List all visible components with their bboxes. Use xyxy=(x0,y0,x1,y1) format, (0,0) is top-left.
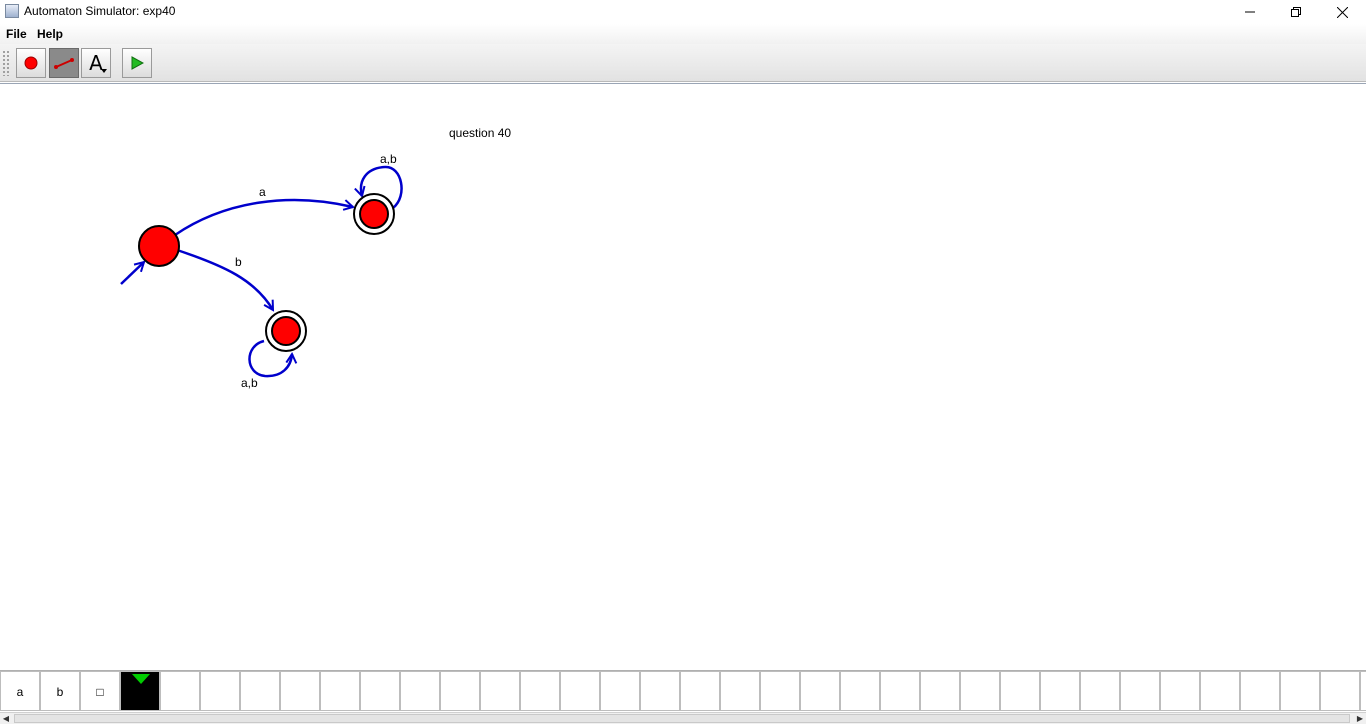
label-q2-loop[interactable]: a,b xyxy=(241,376,258,390)
tape-cell[interactable] xyxy=(720,671,760,711)
red-circle-icon xyxy=(24,56,38,70)
window-title: Automaton Simulator: exp40 xyxy=(24,4,176,18)
horizontal-scrollbar[interactable]: ◀ ▶ xyxy=(0,712,1366,724)
tape-cell[interactable] xyxy=(1240,671,1280,711)
scroll-thumb[interactable] xyxy=(14,714,1350,723)
text-tool-button[interactable]: A xyxy=(81,48,111,78)
state-q2[interactable] xyxy=(265,310,307,352)
tape-cell[interactable]: a xyxy=(0,671,40,711)
menu-help[interactable]: Help xyxy=(37,27,63,41)
minimize-icon xyxy=(1245,11,1255,13)
minimize-button[interactable] xyxy=(1227,0,1273,24)
tape-cell[interactable] xyxy=(400,671,440,711)
tape-cell[interactable] xyxy=(1040,671,1080,711)
tape-head-marker-icon xyxy=(132,674,150,684)
tape-cell[interactable] xyxy=(680,671,720,711)
transition-tool-button[interactable] xyxy=(49,48,79,78)
tape-cell[interactable] xyxy=(440,671,480,711)
automaton-diagram: a b a,b a,b xyxy=(120,152,403,390)
dropdown-arrow-icon xyxy=(101,69,107,73)
state-tool-button[interactable] xyxy=(16,48,46,78)
tape-cell[interactable] xyxy=(960,671,1000,711)
state-q1[interactable] xyxy=(353,193,395,235)
tape-cell[interactable] xyxy=(1320,671,1360,711)
arrow-line-icon xyxy=(54,58,74,69)
tape-cell[interactable] xyxy=(520,671,560,711)
tape-head-cell[interactable] xyxy=(120,671,160,711)
play-icon xyxy=(131,56,144,70)
automaton-canvas[interactable]: question 40 a b a,b a,b xyxy=(0,83,1366,670)
transition-q0-q1[interactable] xyxy=(174,198,353,237)
tape-cell[interactable] xyxy=(920,671,960,711)
tape-cell[interactable] xyxy=(880,671,920,711)
tape-cell[interactable]: b xyxy=(40,671,80,711)
restore-button[interactable] xyxy=(1273,0,1319,24)
tape-cell[interactable] xyxy=(600,671,640,711)
tape-cell[interactable] xyxy=(240,671,280,711)
run-button[interactable] xyxy=(122,48,152,78)
toolbar-grip[interactable] xyxy=(2,50,10,76)
scroll-right-icon[interactable]: ▶ xyxy=(1354,713,1366,724)
close-icon xyxy=(1336,6,1348,18)
title-bar: Automaton Simulator: exp40 xyxy=(0,0,1366,24)
tape-cell[interactable] xyxy=(1160,671,1200,711)
label-q0-q1[interactable]: a xyxy=(259,185,266,199)
menu-bar: File Help xyxy=(0,24,1366,44)
label-q0-q2[interactable]: b xyxy=(235,255,242,269)
tape-cell[interactable] xyxy=(160,671,200,711)
tape-cell[interactable] xyxy=(1200,671,1240,711)
tape-cell[interactable] xyxy=(320,671,360,711)
tape-cell[interactable] xyxy=(1000,671,1040,711)
tape-cell[interactable] xyxy=(280,671,320,711)
close-button[interactable] xyxy=(1319,0,1365,24)
tape-cell[interactable] xyxy=(200,671,240,711)
java-app-icon xyxy=(5,4,19,18)
tape-cell[interactable] xyxy=(800,671,840,711)
input-tape: a b □ xyxy=(0,670,1366,712)
scroll-left-icon[interactable]: ◀ xyxy=(0,713,12,724)
tape-cell[interactable] xyxy=(560,671,600,711)
tape-cell[interactable] xyxy=(480,671,520,711)
tape-cell[interactable]: □ xyxy=(80,671,120,711)
transition-q0-q2[interactable] xyxy=(176,248,275,310)
restore-icon xyxy=(1291,7,1301,17)
toolbar: A xyxy=(0,44,1366,82)
tape-cell[interactable] xyxy=(840,671,880,711)
label-q1-loop[interactable]: a,b xyxy=(380,152,397,166)
menu-file[interactable]: File xyxy=(6,27,27,41)
tape-cell[interactable] xyxy=(1080,671,1120,711)
tape-cell[interactable] xyxy=(360,671,400,711)
tape-cell[interactable] xyxy=(1360,671,1366,711)
initial-arrow[interactable] xyxy=(120,262,144,285)
state-q0[interactable] xyxy=(138,225,180,267)
tape-cell[interactable] xyxy=(1120,671,1160,711)
tape-cell[interactable] xyxy=(640,671,680,711)
tape-cell[interactable] xyxy=(1280,671,1320,711)
tape-cell[interactable] xyxy=(760,671,800,711)
